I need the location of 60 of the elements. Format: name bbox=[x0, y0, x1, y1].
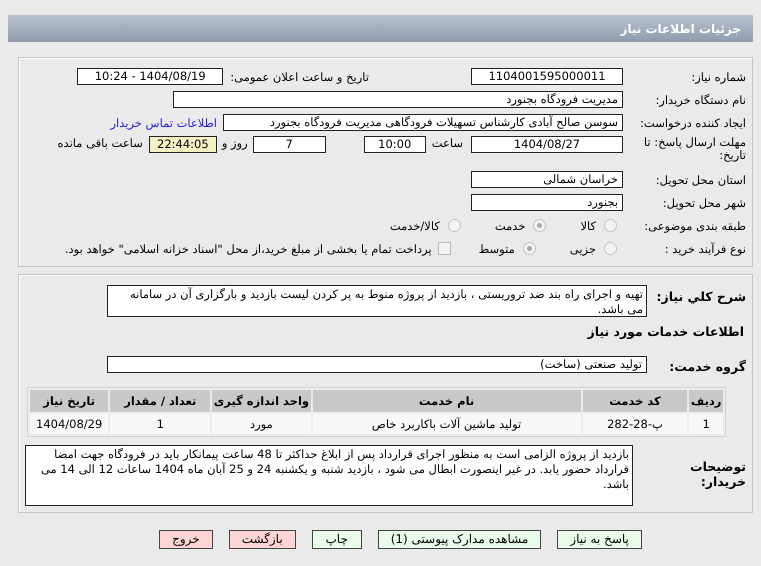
option-label: کالا bbox=[580, 218, 596, 232]
radio-button[interactable] bbox=[522, 242, 536, 255]
action-button[interactable]: بازگشت bbox=[228, 530, 296, 549]
option-label: کالا/خدمت bbox=[390, 218, 440, 232]
input-field[interactable]: 1404/08/27 bbox=[471, 136, 623, 153]
table-cell: تولید ماشین آلات باکاربرد خاص bbox=[312, 414, 581, 434]
input-field[interactable]: مدیریت فرودگاه بجنورد bbox=[173, 91, 623, 108]
option-label: متوسط bbox=[478, 242, 515, 256]
field-label: طبقه بندی موضوعی: bbox=[643, 218, 746, 232]
table-cell: 1 bbox=[110, 414, 210, 434]
input-field[interactable]: 22:44:05 bbox=[148, 136, 217, 153]
option-label: خدمت bbox=[494, 218, 526, 232]
contact-link[interactable]: اطلاعات تماس خریدار bbox=[110, 116, 217, 130]
field-label: توضیحات خریدار: bbox=[689, 458, 746, 489]
checkbox[interactable] bbox=[438, 242, 451, 255]
column-header: ردیف bbox=[689, 390, 723, 412]
table-cell: پ-28-282 bbox=[582, 414, 688, 434]
input-field[interactable]: 10:00 bbox=[364, 136, 426, 153]
field-label: روز و bbox=[222, 136, 248, 150]
page-title: جزئیات اطلاعات نیاز bbox=[620, 22, 741, 36]
radio-button[interactable] bbox=[604, 242, 617, 255]
field-label: ساعت bbox=[432, 136, 463, 150]
input-field[interactable]: سوسن صالح آبادی کارشناس تسهیلات فرودگاهی مدیریت فرودگاه بجنورد bbox=[223, 114, 623, 131]
input-field[interactable]: خراسان شمالی bbox=[471, 171, 623, 188]
text-area[interactable]: بازدید از پروژه الزامی است به منظور اجرای قرارداد پس از ابلاغ حداکثر تا 48 ساعت پیمانکار باید در فرودگاه جهت امضا قرارداد حضور یابد. در غیر اینصورت ابطال می شود ، بازدید شنبه و یکشنبه 24 و 25 آبان ماه 1404 ساعات 12 الی 14 می باشد. bbox=[25, 445, 633, 506]
field-label: شهر محل تحویل: bbox=[662, 196, 746, 210]
action-button[interactable]: چاپ bbox=[312, 530, 362, 549]
action-button[interactable]: خروج bbox=[159, 530, 213, 549]
column-header: کد خدمت bbox=[582, 390, 688, 412]
field-label: ساعت باقی مانده bbox=[58, 136, 143, 150]
input-field[interactable]: 7 bbox=[252, 136, 326, 153]
radio-button[interactable] bbox=[604, 219, 617, 232]
input-field[interactable]: بجنورد bbox=[471, 194, 623, 211]
radio-button[interactable] bbox=[533, 219, 546, 232]
field-label: استان محل تحویل: bbox=[654, 172, 746, 186]
field-label: نوع فرآیند خرید : bbox=[664, 242, 746, 256]
field-label: نام دستگاه خریدار: bbox=[654, 92, 746, 106]
column-header: نام خدمت bbox=[312, 390, 581, 412]
column-header: تعداد / مقدار bbox=[110, 390, 210, 412]
input-field[interactable]: 1104001595000011 bbox=[471, 68, 623, 85]
input-field[interactable]: تولید صنعتی (ساخت) bbox=[107, 356, 647, 372]
column-header: تاریخ نیاز bbox=[30, 390, 108, 412]
table-cell: 1 bbox=[689, 414, 723, 434]
field-label: تاریخ و ساعت اعلان عمومی: bbox=[230, 70, 369, 84]
radio-button[interactable] bbox=[448, 219, 461, 232]
field-label: گروه خدمت: bbox=[668, 358, 746, 374]
action-button[interactable]: مشاهده مدارک پیوستی (1) bbox=[378, 530, 542, 549]
field-label: شماره نیاز: bbox=[690, 70, 746, 84]
checkbox-label: پرداخت تمام یا بخشی از مبلغ خرید،از محل "اسناد خزانه اسلامی" خواهد بود. bbox=[64, 242, 432, 256]
column-header: واحد اندازه گیری bbox=[212, 390, 311, 412]
table-cell: 1404/08/29 bbox=[30, 414, 108, 434]
section-heading: اطلاعات خدمات مورد نیاز bbox=[586, 324, 744, 339]
text-area[interactable]: تهیه و اجرای راه بند ضد تروریستی ، بازدید از پروژه منوط به پر کردن لیست بازدید و بارگزاری آن در سامانه می باشد. bbox=[107, 285, 647, 317]
field-label: مهلت ارسال پاسخ: تا تاریخ: bbox=[642, 136, 746, 162]
option-label: جزیی bbox=[570, 242, 596, 256]
field-label: شرح کلي نياز: bbox=[656, 288, 746, 304]
field-label: ایجاد کننده درخواست: bbox=[639, 116, 746, 130]
action-button[interactable]: پاسخ به نیاز bbox=[557, 530, 642, 549]
table-cell: مورد bbox=[212, 414, 311, 434]
input-field[interactable]: 1404/08/19 - 10:24 bbox=[77, 68, 224, 85]
